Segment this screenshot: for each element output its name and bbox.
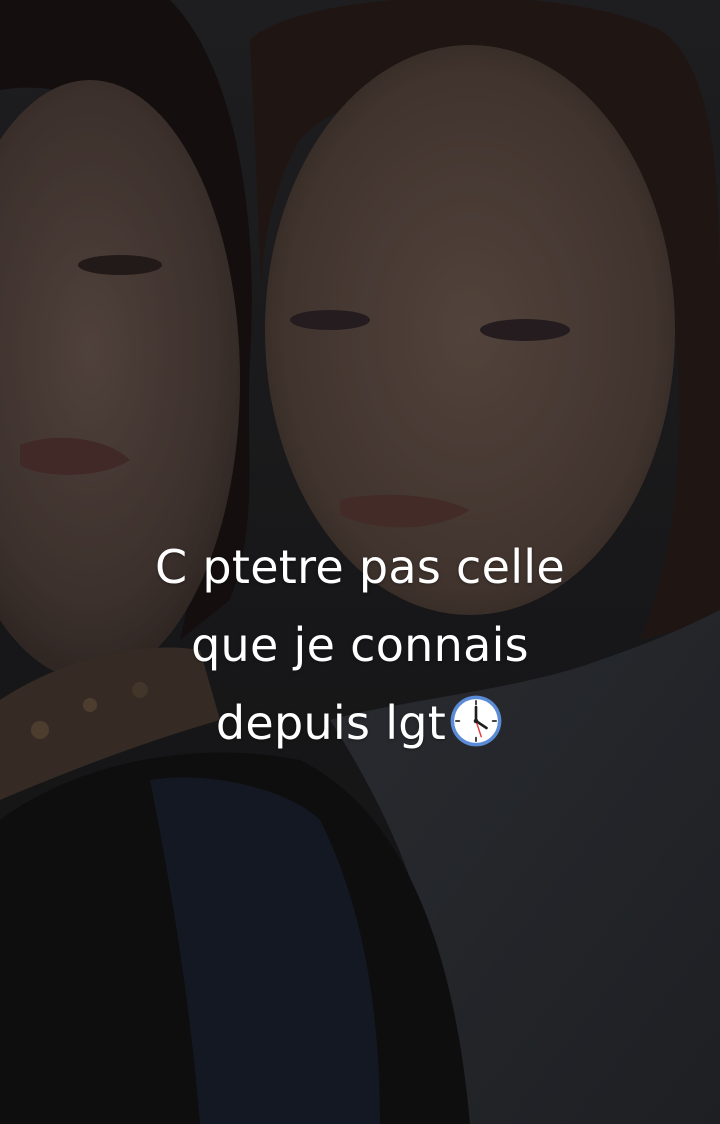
story-viewer[interactable]: C ptetre pas celle que je connais depuis… (0, 0, 720, 1124)
caption-line-3-text: depuis lgt (215, 696, 447, 750)
caption-line-1: C ptetre pas celle (155, 540, 565, 594)
caption-line-2: que je connais (191, 618, 529, 672)
clock-icon (450, 695, 502, 747)
story-caption: C ptetre pas celle que je connais depuis… (60, 528, 660, 762)
caption-line-3: depuis lgt (60, 684, 660, 762)
